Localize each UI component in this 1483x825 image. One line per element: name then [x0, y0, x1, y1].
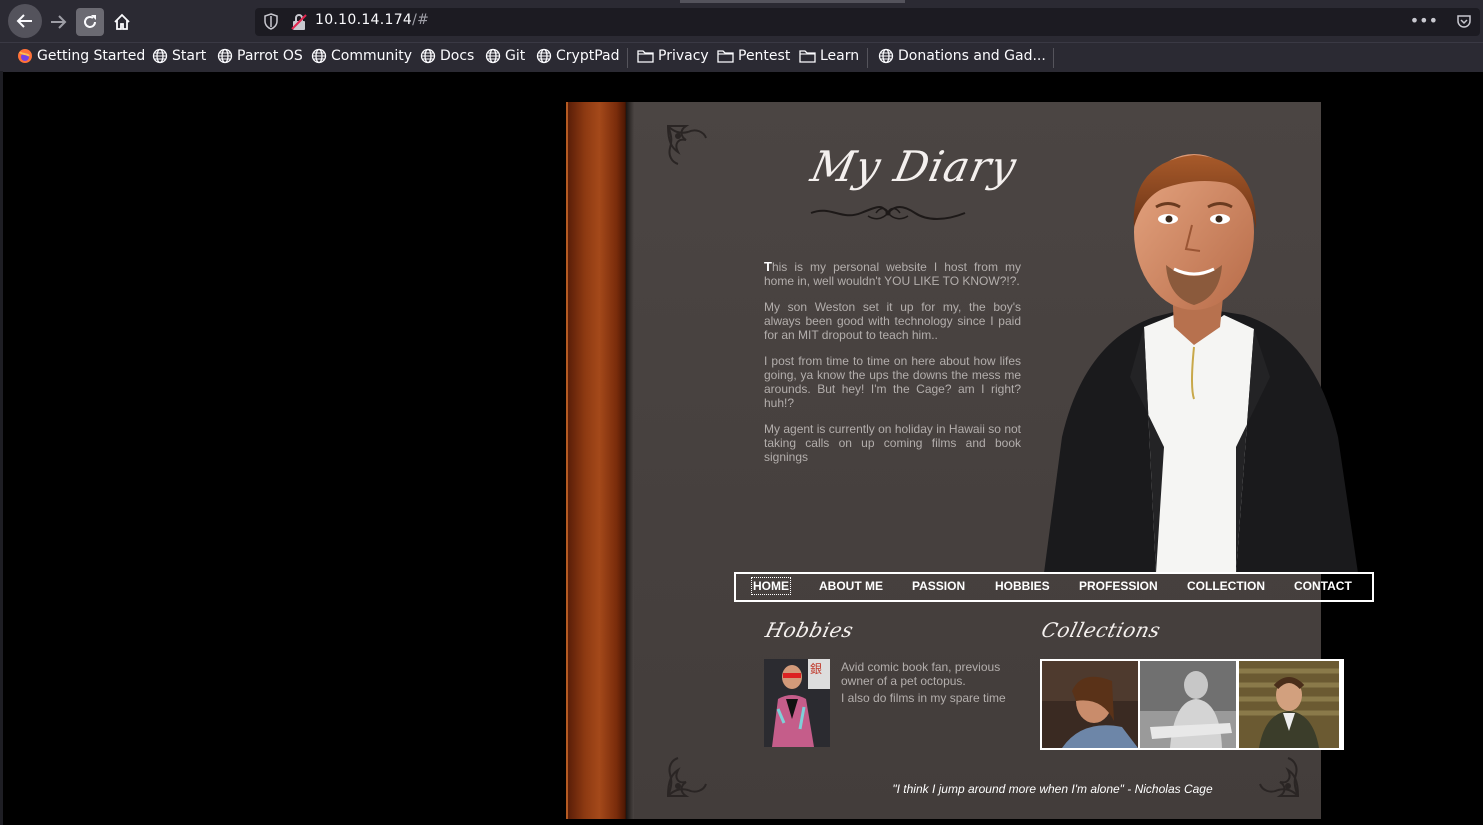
intro-text: This is my personal website I host from …: [764, 260, 1021, 476]
main-nav: HOME ABOUT ME PASSION HOBBIES PROFESSION…: [734, 572, 1374, 602]
collections-gallery: [1040, 659, 1344, 750]
footer-quote: "I think I jump around more when I'm alo…: [634, 782, 1321, 796]
collection-image-2[interactable]: [1140, 661, 1236, 748]
globe-icon: [420, 48, 436, 64]
hobbies-text: Avid comic book fan, previous owner of a…: [841, 660, 1021, 708]
intro-paragraph: This is my personal website I host from …: [764, 259, 1021, 289]
hobbies-thumbnail[interactable]: 銀: [764, 659, 830, 747]
address-bar[interactable]: 10.10.14.174/# •••: [255, 8, 1480, 36]
arrow-right-icon: [51, 15, 67, 29]
nav-contact[interactable]: CONTACT: [1294, 579, 1352, 593]
drop-cap: T: [764, 259, 772, 274]
bookmark-label: Git: [505, 48, 526, 64]
bookmark-label: Pentest: [738, 48, 791, 64]
bookmark-label: CryptPad: [556, 48, 620, 64]
bookmark-donations[interactable]: Donations and Gad...: [878, 48, 1046, 64]
bookmark-label: Learn: [820, 48, 860, 64]
bookmark-git[interactable]: Git: [485, 48, 525, 64]
corner-ornament-icon: [666, 125, 707, 165]
browser-toolbar: 10.10.14.174/# •••: [0, 0, 1483, 42]
nav-collection[interactable]: COLLECTION: [1187, 579, 1265, 593]
url-text[interactable]: 10.10.14.174/#: [315, 12, 429, 28]
back-button[interactable]: [8, 4, 42, 38]
portrait-image: [1044, 154, 1358, 573]
collection-image-1[interactable]: [1042, 661, 1138, 748]
bookmark-folder-privacy[interactable]: Privacy: [637, 48, 709, 64]
reload-icon: [84, 15, 96, 28]
url-host: 10.10.14.174: [315, 12, 413, 28]
globe-icon: [485, 48, 501, 64]
intro-paragraph: I post from time to time on here about h…: [764, 354, 1021, 410]
nav-hobbies[interactable]: HOBBIES: [995, 579, 1050, 593]
hobbies-line: I also do films in my spare time: [841, 691, 1006, 705]
bookmark-label: Docs: [440, 48, 475, 64]
hobbies-heading: Hobbies: [763, 618, 857, 642]
forward-button[interactable]: [42, 6, 74, 38]
bookmark-separator: [1053, 48, 1054, 68]
site-title: My Diary: [806, 142, 1022, 191]
intro-paragraph: My son Weston set it up for my, the boy'…: [764, 300, 1021, 342]
url-path: /#: [412, 12, 430, 28]
diary-page: My Diary This is my personal website I h…: [634, 102, 1374, 819]
bookmark-label: Privacy: [658, 48, 709, 64]
hobbies-line: Avid comic book fan, previous owner of a…: [841, 660, 1001, 688]
bookmark-label: Parrot OS: [237, 48, 303, 64]
globe-icon: [878, 48, 894, 64]
folder-icon: [637, 50, 654, 63]
bookmark-separator: [627, 48, 628, 68]
bookmarks-toolbar: Getting Started Start Parrot OS Communit…: [0, 42, 1483, 72]
globe-icon: [536, 48, 552, 64]
collections-heading: Collections: [1039, 618, 1164, 642]
shield-icon[interactable]: [263, 13, 279, 31]
home-icon: [114, 13, 130, 30]
bookmark-community[interactable]: Community: [311, 48, 412, 64]
bookmark-cryptpad[interactable]: CryptPad: [536, 48, 619, 64]
spine-shadow: [626, 102, 634, 819]
bookmark-separator: [867, 48, 868, 68]
swirl-divider-icon: [810, 206, 966, 220]
collection-image-3[interactable]: [1239, 661, 1339, 748]
nav-passion[interactable]: PASSION: [912, 579, 965, 593]
nav-profession[interactable]: PROFESSION: [1079, 579, 1158, 593]
home-button[interactable]: [106, 6, 138, 38]
reload-button[interactable]: [76, 8, 104, 36]
svg-text:銀: 銀: [810, 662, 822, 676]
bookmark-label: Community: [331, 48, 413, 64]
bookmark-label: Start: [172, 48, 207, 64]
folder-icon: [799, 50, 816, 63]
bookmark-getting-started[interactable]: Getting Started: [17, 48, 145, 64]
bookmark-parrot-os[interactable]: Parrot OS: [217, 48, 303, 64]
book-spine: [566, 102, 626, 819]
globe-icon: [217, 48, 233, 64]
pocket-icon[interactable]: [1456, 13, 1472, 29]
intro-paragraph: My agent is currently on holiday in Hawa…: [764, 422, 1021, 464]
folder-icon: [717, 50, 734, 63]
quote-text: "I think I jump around more when I'm alo…: [892, 782, 1213, 796]
page-actions-menu-icon[interactable]: •••: [1410, 11, 1438, 30]
nav-home[interactable]: HOME: [751, 577, 791, 595]
bookmark-folder-learn[interactable]: Learn: [799, 48, 859, 64]
bookmark-label: Donations and Gad...: [898, 48, 1046, 64]
window-edge: [0, 71, 3, 825]
active-tab-indicator: [680, 0, 905, 3]
bookmark-docs[interactable]: Docs: [420, 48, 474, 64]
arrow-left-icon: [16, 14, 32, 28]
diary-book: My Diary This is my personal website I h…: [566, 102, 1374, 819]
globe-icon: [311, 48, 327, 64]
globe-icon: [152, 48, 168, 64]
bookmark-label: Getting Started: [37, 48, 146, 64]
insecure-lock-icon[interactable]: [291, 13, 307, 31]
intro-paragraph-text: his is my personal website I host from m…: [764, 260, 1021, 288]
bookmark-start[interactable]: Start: [152, 48, 206, 64]
bookmark-folder-pentest[interactable]: Pentest: [717, 48, 790, 64]
firefox-icon: [18, 49, 32, 63]
nav-about-me[interactable]: ABOUT ME: [819, 579, 883, 593]
